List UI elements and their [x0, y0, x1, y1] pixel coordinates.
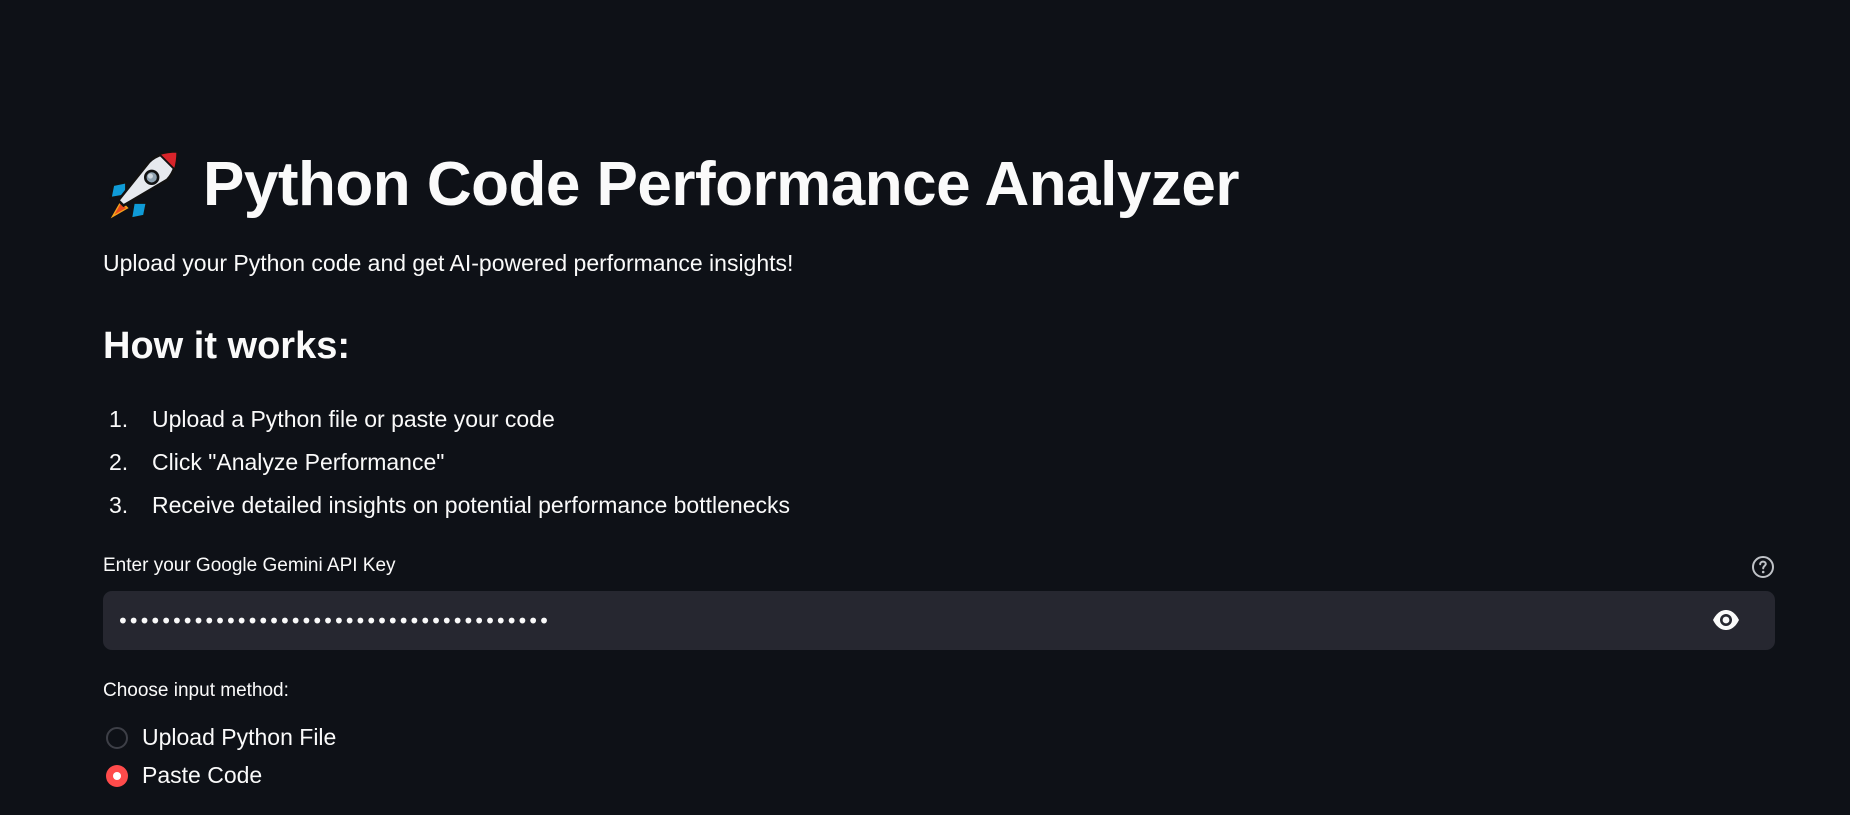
api-key-label: Enter your Google Gemini API Key: [103, 555, 396, 576]
title-row: Python Code Performance Analyzer: [103, 140, 1239, 230]
app-page: Python Code Performance Analyzer Upload …: [0, 0, 1850, 815]
step-text: Upload a Python file or paste your code: [152, 406, 555, 432]
radio-button-unselected[interactable]: [106, 726, 128, 749]
step-text: Receive detailed insights on potential p…: [152, 492, 790, 518]
list-item: 1. Upload a Python file or paste your co…: [103, 403, 790, 446]
api-key-masked-value[interactable]: ••••••••••••••••••••••••••••••••••••••••: [117, 609, 550, 633]
rocket-icon: [109, 150, 179, 220]
radio-paste-code[interactable]: Paste Code: [103, 762, 262, 789]
step-number: 3.: [109, 492, 129, 518]
eye-icon[interactable]: [1711, 607, 1741, 633]
how-it-works-heading: How it works:: [103, 325, 351, 367]
api-key-input[interactable]: ••••••••••••••••••••••••••••••••••••••••: [103, 591, 1775, 650]
steps-list: 1. Upload a Python file or paste your co…: [103, 403, 790, 532]
radio-button-selected[interactable]: [106, 764, 128, 787]
list-item: 3. Receive detailed insights on potentia…: [103, 489, 790, 532]
step-text: Click "Analyze Performance": [152, 449, 445, 475]
step-number: 2.: [109, 449, 129, 475]
step-number: 1.: [109, 406, 129, 432]
radio-option-label[interactable]: Upload Python File: [142, 724, 336, 751]
page-title: Python Code Performance Analyzer: [203, 150, 1239, 219]
radio-option-label[interactable]: Paste Code: [142, 762, 262, 789]
page-subtitle: Upload your Python code and get AI-power…: [103, 250, 794, 276]
radio-upload-python-file[interactable]: Upload Python File: [103, 724, 336, 751]
help-circle-icon[interactable]: [1751, 555, 1775, 579]
input-method-label: Choose input method:: [103, 680, 289, 701]
list-item: 2. Click "Analyze Performance": [103, 446, 790, 489]
